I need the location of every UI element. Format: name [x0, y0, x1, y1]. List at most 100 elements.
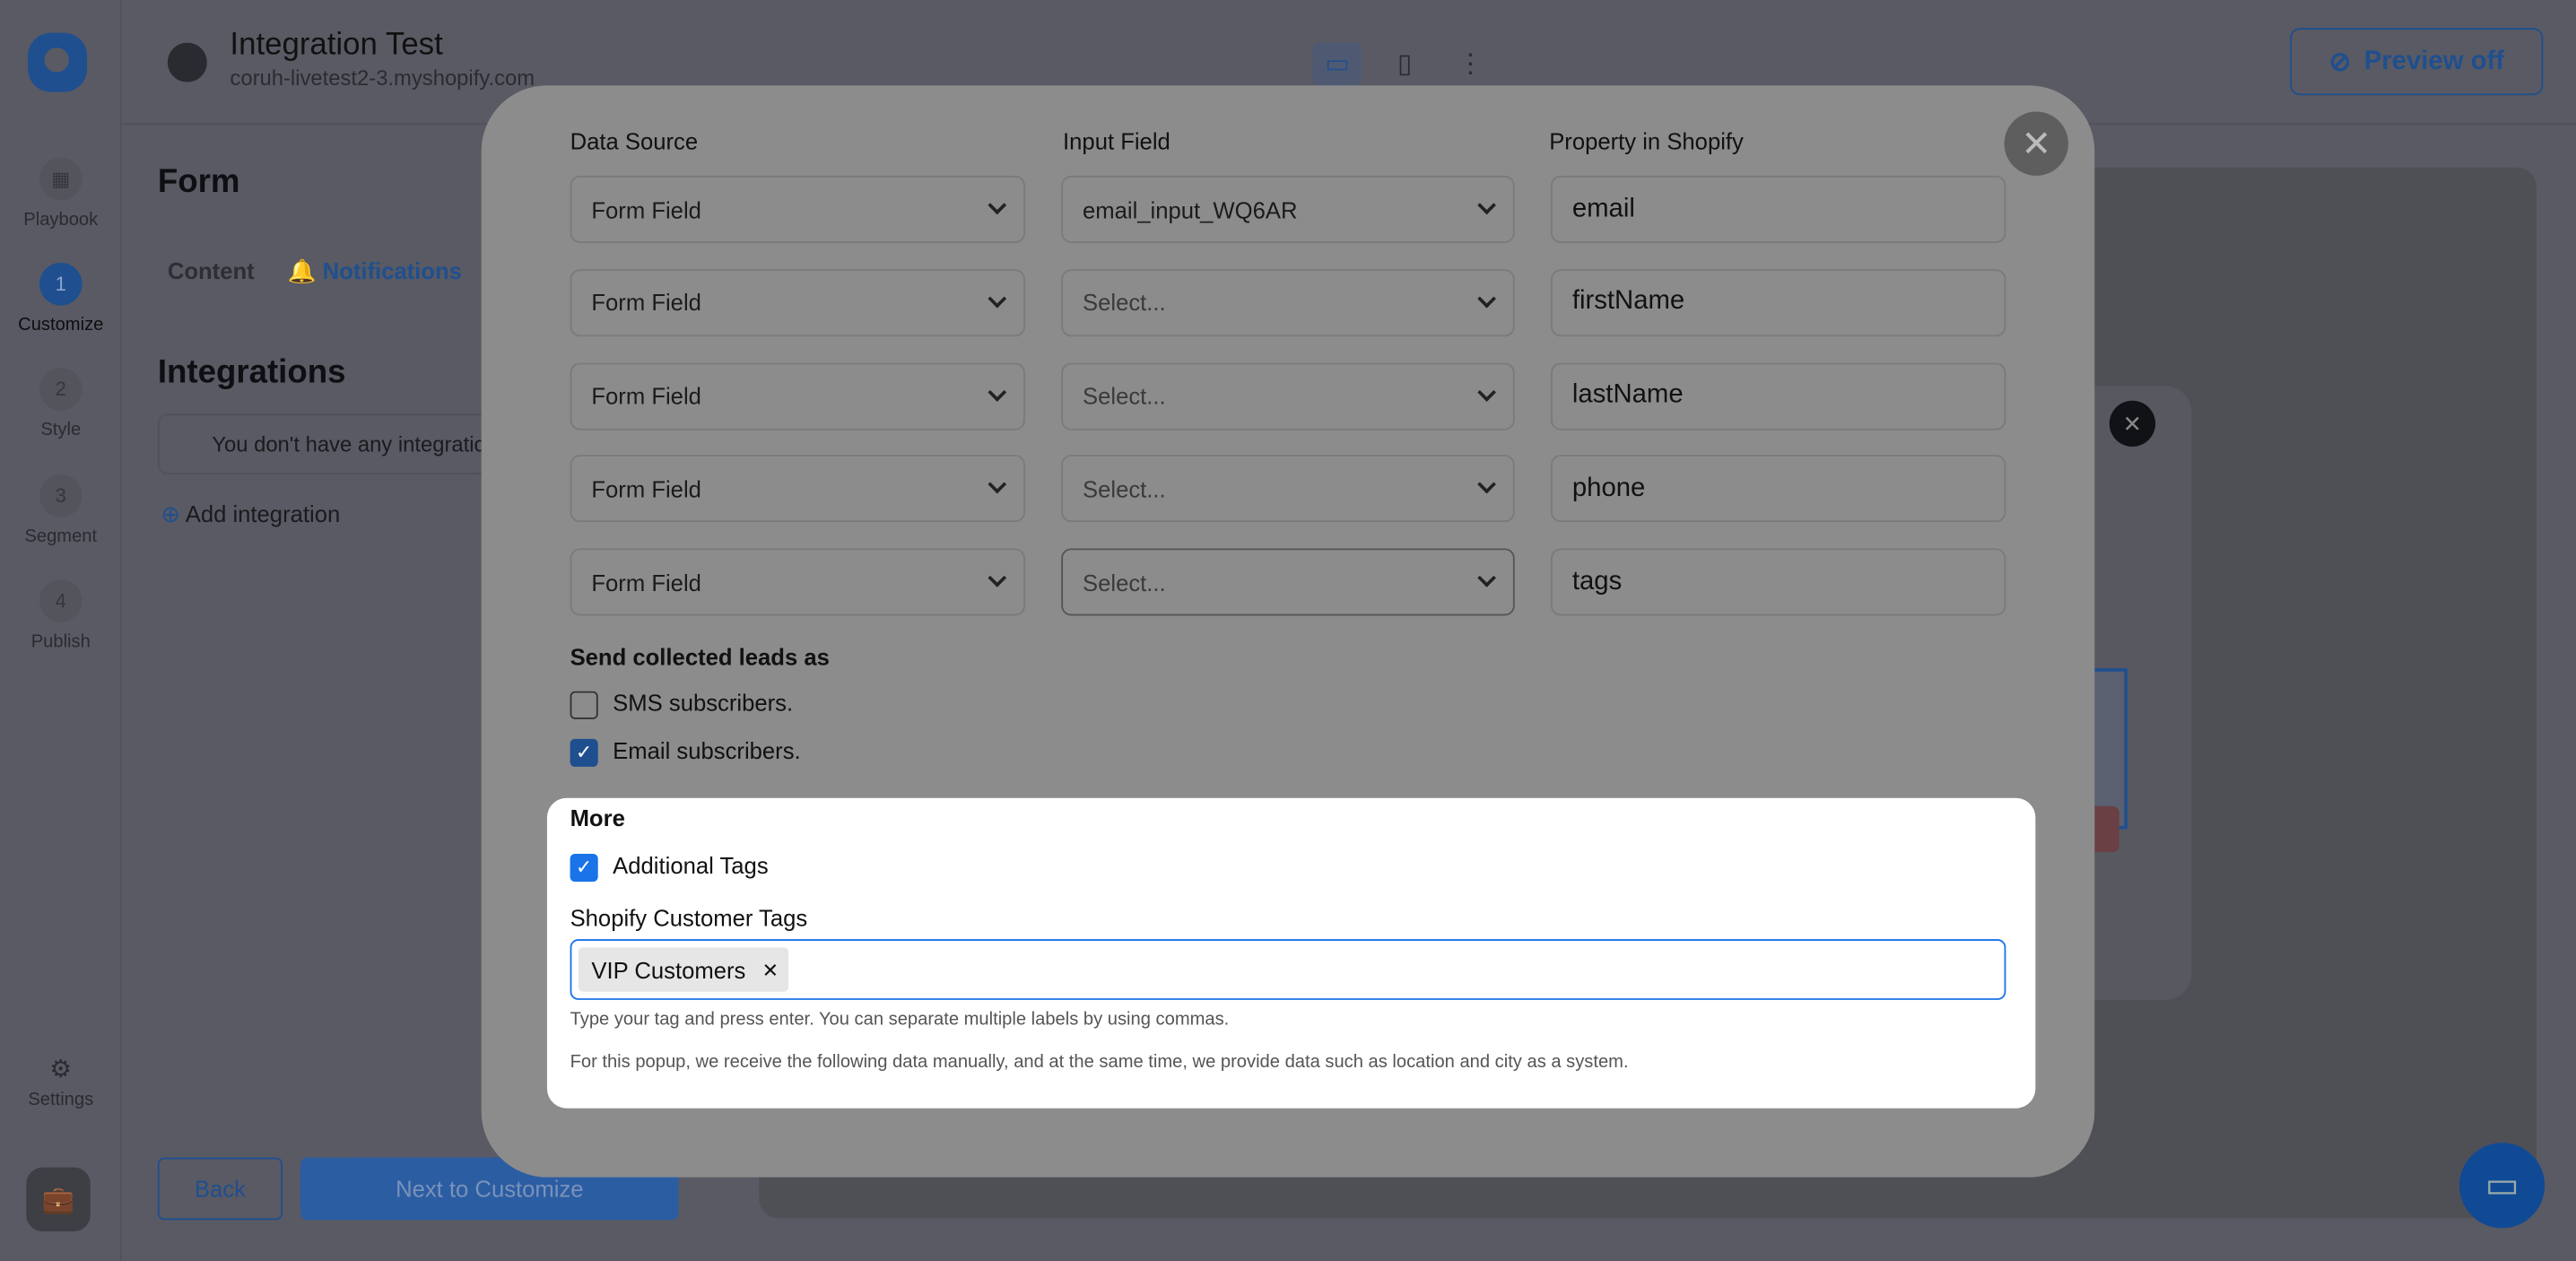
chevron-down-icon	[1477, 382, 1496, 402]
step-number: 4	[39, 579, 83, 622]
property-value: tags	[1571, 567, 1623, 596]
shopify-property-input[interactable]: firstName	[1551, 268, 2006, 336]
step-number: 1	[39, 262, 83, 306]
more-vertical-icon[interactable]: ⋮	[1446, 43, 1495, 86]
integrations-title: Integrations	[157, 354, 346, 391]
tab-label: Notifications	[322, 257, 462, 284]
chevron-down-icon	[1477, 569, 1496, 588]
chevron-down-icon	[1477, 289, 1496, 309]
sms-label: SMS subscribers.	[613, 689, 794, 717]
empty-text: You don't have any integratio	[212, 431, 486, 457]
remove-tag-icon[interactable]: ✕	[762, 958, 779, 981]
chevron-down-icon	[988, 569, 1007, 588]
nav-publish[interactable]: 4 Publish	[0, 579, 122, 652]
nav-segment[interactable]: 3 Segment	[0, 474, 122, 547]
nav-label: Playbook	[23, 210, 99, 230]
nav-label: Style	[40, 420, 82, 440]
nav-settings[interactable]: ⚙ Settings	[0, 1054, 122, 1109]
tags-label: Shopify Customer Tags	[570, 904, 808, 932]
add-integration-label: Add integration	[185, 500, 341, 527]
tab-content[interactable]: Content	[168, 257, 255, 283]
send-leads-title: Send collected leads as	[570, 643, 830, 670]
add-integration-button[interactable]: ⊕ Add integration	[161, 500, 340, 528]
select-value: Form Field	[591, 196, 701, 223]
data-source-select[interactable]: Form Field	[570, 175, 1025, 243]
nav-customize[interactable]: 1 Customize	[0, 262, 122, 335]
preview-label: Preview off	[2363, 47, 2505, 75]
chevron-down-icon	[988, 382, 1007, 402]
sidebar: ▦ Playbook 1 Customize 2 Style 3 Segment…	[0, 0, 122, 1261]
nav-style[interactable]: 2 Style	[0, 368, 122, 440]
globe-icon	[167, 42, 207, 83]
input-field-select[interactable]: Select...	[1061, 361, 1515, 430]
nav-label: Settings	[28, 1090, 94, 1110]
tag-label: VIP Customers	[591, 956, 746, 983]
select-value: Select...	[1083, 382, 1166, 410]
header-input-field: Input Field	[1063, 127, 1171, 155]
close-modal-button[interactable]: ✕	[2004, 111, 2068, 176]
property-value: firstName	[1571, 287, 1685, 317]
eye-off-icon: ⊘	[2328, 48, 2352, 77]
email-label: Email subscribers.	[613, 736, 801, 764]
page-title: Form	[157, 164, 240, 201]
briefcase-icon[interactable]: 💼	[26, 1167, 91, 1232]
shopify-property-input[interactable]: phone	[1551, 455, 2006, 523]
empty-integrations-notice: You don't have any integratio	[157, 413, 519, 475]
app-logo[interactable]	[28, 32, 88, 92]
shopify-property-input[interactable]: email	[1551, 175, 2006, 243]
input-field-select[interactable]: Select...	[1061, 268, 1515, 336]
plus-circle-icon: ⊕	[161, 500, 180, 527]
input-field-select[interactable]: Select...	[1061, 455, 1515, 523]
additional-tags-checkbox[interactable]: ✓ Additional Tags	[570, 852, 769, 882]
tags-hint: Type your tag and press enter. You can s…	[570, 1009, 1230, 1030]
check-icon[interactable]: ✓	[570, 853, 598, 882]
nav-label: Publish	[30, 631, 91, 652]
mobile-icon[interactable]: ▯	[1380, 43, 1430, 86]
nav-label: Segment	[24, 526, 98, 547]
shopify-property-input[interactable]: lastName	[1551, 361, 2006, 430]
back-button[interactable]: Back	[157, 1157, 283, 1221]
property-value: lastName	[1571, 380, 1684, 410]
gear-icon: ⚙	[49, 1056, 73, 1084]
select-value: email_input_WQ6AR	[1083, 196, 1298, 223]
step-number: 3	[39, 474, 83, 517]
nav-label: Customize	[18, 315, 104, 335]
select-value: Form Field	[591, 289, 701, 317]
select-value: Select...	[1083, 289, 1166, 317]
more-section: More ✓ Additional Tags Shopify Customer T…	[546, 797, 2036, 1109]
tab-notifications[interactable]: 🔔 Notifications	[288, 257, 462, 285]
select-value: Select...	[1083, 569, 1166, 596]
chevron-down-icon	[988, 475, 1007, 495]
tags-input[interactable]: VIP Customers ✕	[570, 939, 2006, 1000]
preview-toggle-button[interactable]: ⊘ Preview off	[2290, 28, 2544, 96]
close-icon: ✕	[2021, 122, 2052, 164]
property-value: phone	[1571, 474, 1646, 502]
shopify-property-input[interactable]: tags	[1551, 548, 2006, 616]
email-checkbox[interactable]: ✓ Email subscribers.	[570, 737, 801, 767]
data-source-select[interactable]: Form Field	[570, 548, 1025, 616]
data-source-select[interactable]: Form Field	[570, 361, 1025, 430]
data-source-select[interactable]: Form Field	[570, 455, 1025, 523]
tag-chip: VIP Customers ✕	[578, 947, 789, 992]
nav-playbook[interactable]: ▦ Playbook	[0, 157, 122, 230]
header-data-source: Data Source	[570, 127, 699, 155]
chevron-down-icon	[988, 196, 1007, 215]
data-source-select[interactable]: Form Field	[570, 268, 1025, 336]
close-icon[interactable]: ✕	[2109, 400, 2156, 447]
input-field-select[interactable]: email_input_WQ6AR	[1061, 175, 1515, 243]
desktop-icon[interactable]: ▭	[1312, 42, 1362, 86]
sms-checkbox[interactable]: SMS subscribers.	[570, 689, 794, 719]
select-value: Form Field	[591, 569, 701, 596]
property-value: email	[1571, 194, 1635, 223]
additional-tags-label: Additional Tags	[613, 852, 769, 879]
chevron-down-icon	[988, 289, 1007, 309]
input-field-select[interactable]: Select...	[1061, 548, 1515, 616]
chevron-down-icon	[1477, 196, 1496, 215]
grid-icon: ▦	[39, 157, 83, 201]
checkbox[interactable]	[570, 691, 598, 719]
chevron-down-icon	[1477, 475, 1496, 495]
select-value: Select...	[1083, 475, 1166, 502]
step-number: 2	[39, 368, 83, 411]
check-icon[interactable]: ✓	[570, 738, 598, 767]
chat-icon[interactable]: ▭	[2459, 1143, 2546, 1229]
